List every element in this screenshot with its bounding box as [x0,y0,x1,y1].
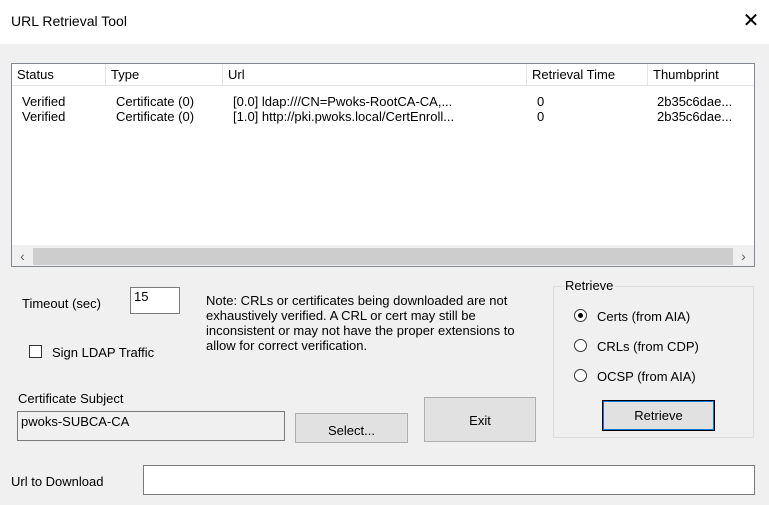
cell-status: Verified [22,109,66,124]
radio-crls-cdp[interactable] [574,339,587,352]
exit-button[interactable]: Exit [424,397,536,442]
radio-certs-aia-label[interactable]: Certs (from AIA) [597,309,690,324]
cell-url: [1.0] http://pki.pwoks.local/CertEnroll.… [233,109,455,124]
scroll-left-icon[interactable]: ‹ [12,246,33,266]
cell-retrieval-time: 0 [537,109,545,124]
cell-thumbprint: 2b35c6dae... [657,94,733,109]
radio-crls-cdp-label[interactable]: CRLs (from CDP) [597,339,699,354]
column-header-thumbprint[interactable]: Thumbprint [648,64,754,86]
note-text: Note: CRLs or certificates being downloa… [206,293,515,353]
horizontal-scrollbar[interactable]: ‹ › [12,245,754,266]
sign-ldap-checkbox[interactable] [29,345,42,358]
timeout-label: Timeout (sec) [22,296,101,311]
scrollbar-thumb[interactable] [33,248,733,265]
column-header-type[interactable]: Type [106,64,223,86]
url-to-download-input[interactable] [143,465,755,495]
sign-ldap-label[interactable]: Sign LDAP Traffic [52,345,154,360]
url-to-download-label: Url to Download [11,474,104,489]
retrieve-group-legend: Retrieve [563,278,616,293]
radio-certs-aia[interactable] [574,309,587,322]
table-row[interactable]: Verified Certificate (0) [1.0] http://pk… [12,109,754,124]
radio-ocsp-aia-label[interactable]: OCSP (from AIA) [597,369,696,384]
cell-type: Certificate (0) [116,109,195,124]
column-header-url[interactable]: Url [223,64,527,86]
certificate-subject-field[interactable] [17,411,285,441]
table-row[interactable]: Verified Certificate (0) [0.0] ldap:///C… [12,94,754,109]
certificate-subject-label: Certificate Subject [18,391,124,406]
column-header-status[interactable]: Status [12,64,106,86]
cell-url: [0.0] ldap:///CN=Pwoks-RootCA-CA,... [233,94,453,109]
select-button[interactable]: Select... [295,413,408,443]
close-icon[interactable]: ✕ [739,9,763,33]
radio-ocsp-aia[interactable] [574,369,587,382]
cell-type: Certificate (0) [116,94,195,109]
window-title: URL Retrieval Tool [11,13,127,29]
cell-status: Verified [22,94,66,109]
cell-retrieval-time: 0 [537,94,545,109]
results-list[interactable]: Status Type Url Retrieval Time Thumbprin… [11,63,755,267]
retrieve-button[interactable]: Retrieve [602,400,715,431]
scroll-right-icon[interactable]: › [733,246,754,266]
column-header-retrieval-time[interactable]: Retrieval Time [527,64,648,86]
timeout-input[interactable] [130,287,180,314]
cell-thumbprint: 2b35c6dae... [657,109,733,124]
